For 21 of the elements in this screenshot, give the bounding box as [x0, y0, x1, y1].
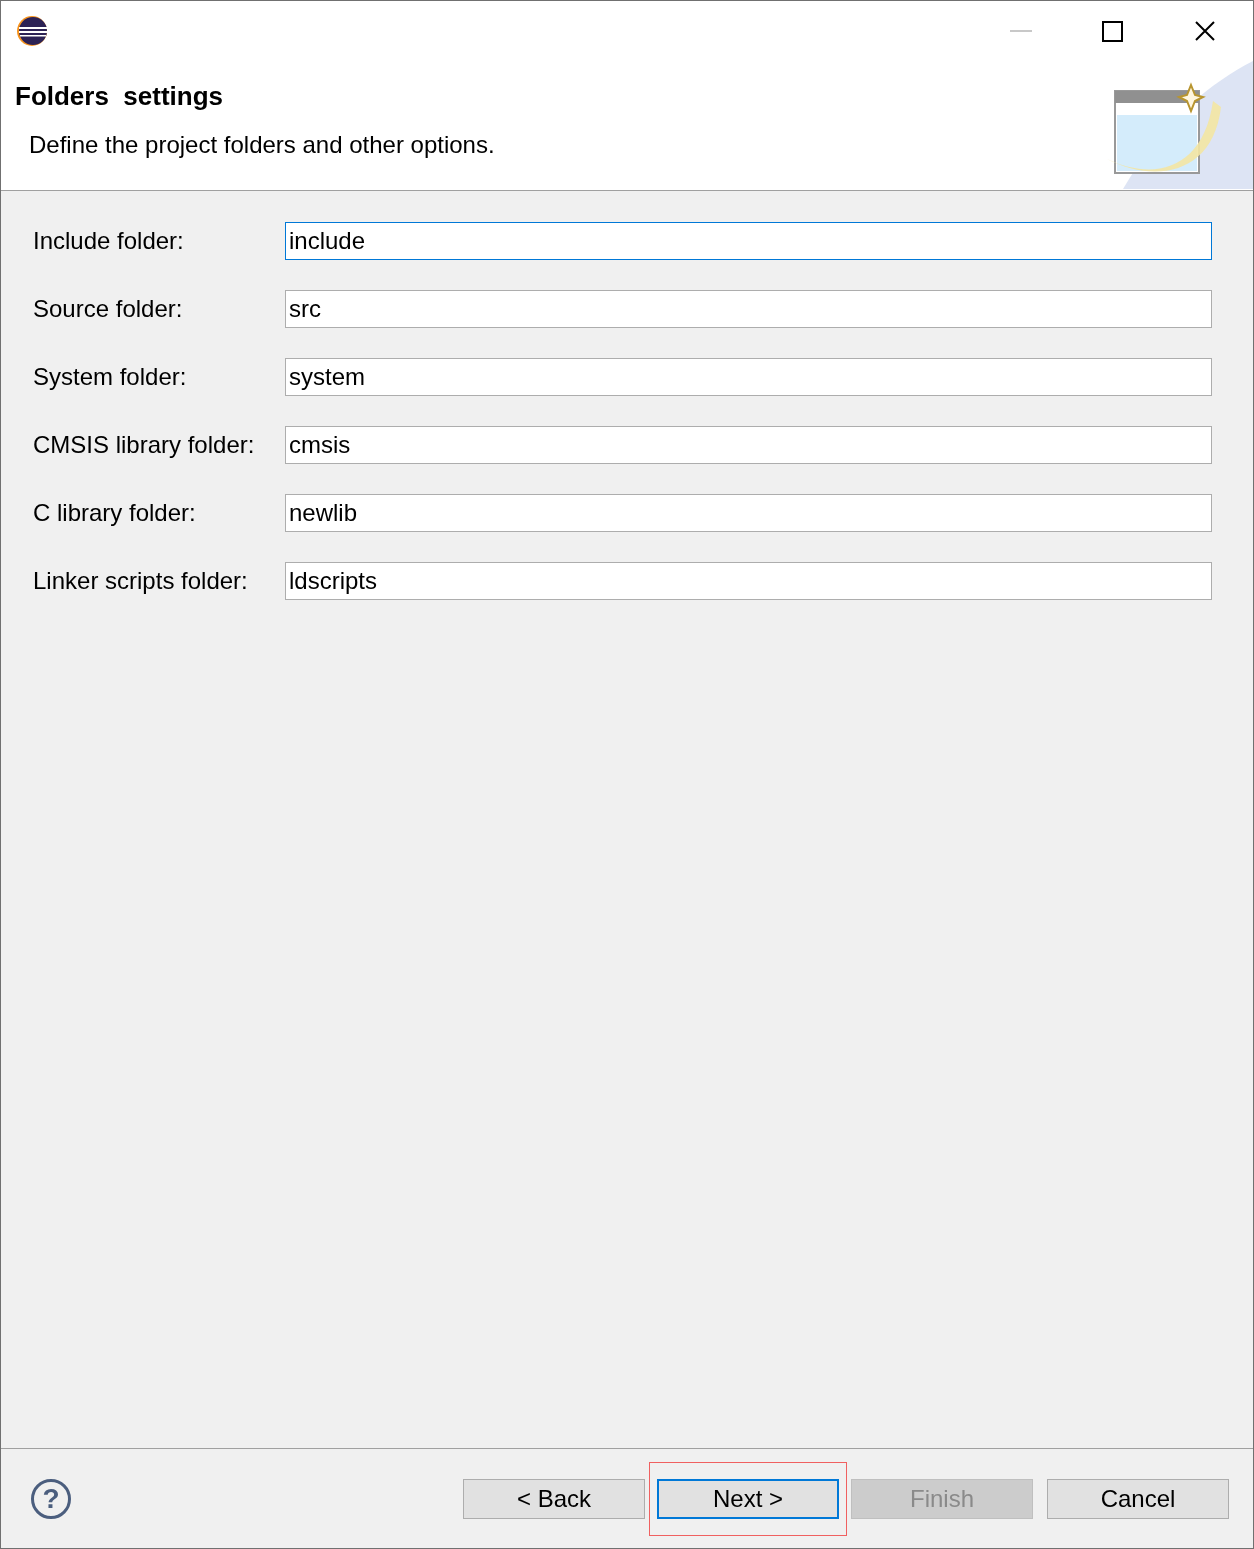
close-icon[interactable] — [1195, 21, 1215, 41]
wizard-button[interactable]: Cancel — [1047, 1478, 1229, 1519]
field-label: Linker scripts folder: — [33, 566, 249, 596]
text-field[interactable]: ldscripts — [285, 562, 1212, 600]
page-title: Folders settings — [15, 80, 225, 113]
text-field[interactable]: cmsis — [285, 426, 1212, 464]
field-label: Include folder: — [33, 226, 185, 256]
text-field[interactable]: include — [285, 222, 1212, 260]
text-field[interactable]: src — [285, 290, 1212, 328]
text-field[interactable]: newlib — [285, 494, 1212, 532]
app-logo-icon — [15, 15, 49, 47]
field-label: System folder: — [33, 362, 188, 392]
field-label: CMSIS library folder: — [33, 430, 256, 460]
wizard-button[interactable]: Next > — [657, 1478, 839, 1519]
page-description: Define the project folders and other options. — [29, 130, 496, 160]
wizard-button[interactable]: < Back — [463, 1478, 645, 1519]
text-field[interactable]: system — [285, 358, 1212, 396]
field-label: C library folder: — [33, 498, 197, 528]
field-label: Source folder: — [33, 294, 184, 324]
help-button[interactable]: ? — [31, 1478, 71, 1519]
maximize-icon[interactable] — [1102, 20, 1123, 42]
